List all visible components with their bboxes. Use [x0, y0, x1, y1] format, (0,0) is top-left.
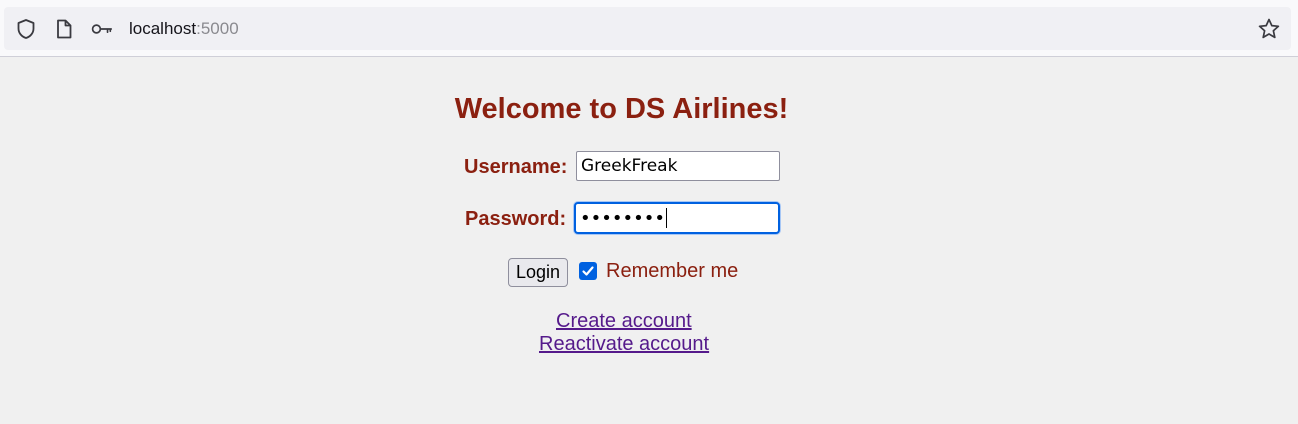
- page-title: Welcome to DS Airlines!: [454, 93, 789, 125]
- password-input[interactable]: ••••••••: [574, 202, 780, 234]
- checkmark-icon: [582, 266, 594, 276]
- password-masked-value: ••••••••: [580, 207, 665, 229]
- password-label: Password:: [465, 208, 567, 230]
- username-label: Username:: [464, 156, 568, 178]
- create-account-link[interactable]: Create account: [556, 310, 692, 333]
- star-icon[interactable]: [1257, 17, 1281, 41]
- page-content: Welcome to DS Airlines! Username: Passwo…: [0, 57, 1298, 424]
- page-icon[interactable]: [52, 17, 76, 41]
- text-cursor: [665, 208, 667, 228]
- url-text[interactable]: localhost:5000: [129, 19, 239, 39]
- address-bar[interactable]: localhost:5000: [4, 7, 1291, 50]
- login-button[interactable]: Login: [508, 258, 568, 287]
- browser-toolbar: localhost:5000: [0, 0, 1298, 57]
- reactivate-account-link[interactable]: Reactivate account: [539, 333, 709, 356]
- shield-icon[interactable]: [14, 17, 38, 41]
- url-host: localhost: [129, 19, 197, 38]
- username-input[interactable]: [576, 151, 780, 181]
- remember-me-label[interactable]: Remember me: [606, 260, 738, 283]
- remember-me-checkbox[interactable]: [579, 262, 597, 280]
- url-port: :5000: [196, 19, 239, 38]
- key-icon[interactable]: [90, 17, 114, 41]
